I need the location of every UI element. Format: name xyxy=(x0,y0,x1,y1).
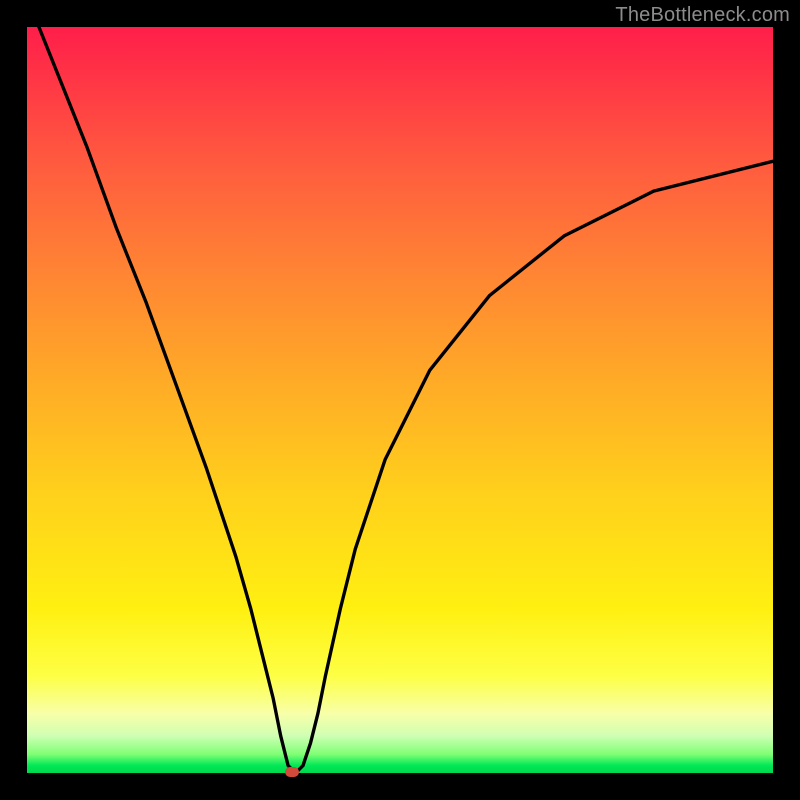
plot-area xyxy=(27,27,773,773)
bottleneck-curve xyxy=(27,27,773,773)
watermark-text: TheBottleneck.com xyxy=(615,4,790,27)
curve-svg xyxy=(27,27,773,773)
chart-frame: TheBottleneck.com xyxy=(0,0,800,800)
marker-dot xyxy=(285,767,299,777)
